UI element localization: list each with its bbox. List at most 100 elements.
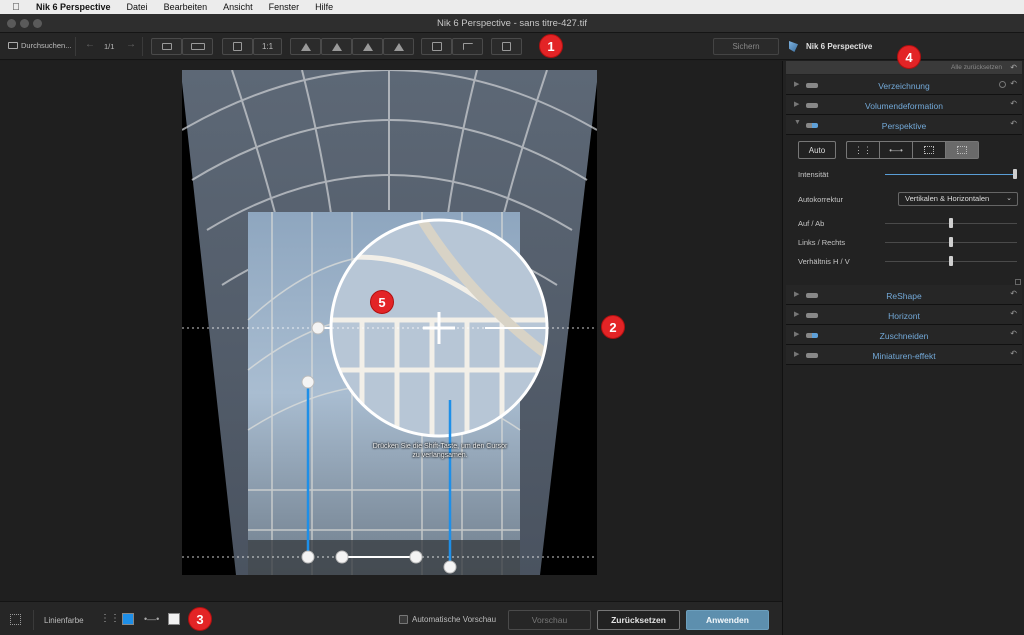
mode-points-button[interactable] (946, 142, 978, 158)
auto-preview-label: Automatische Vorschau (412, 615, 497, 624)
single-view-button[interactable] (151, 38, 182, 55)
section-verzeichnung[interactable]: ▶ Verzeichnung ↶ (786, 75, 1022, 95)
undo-icon[interactable]: ↶ (1010, 79, 1017, 88)
perspective-tool-3-button[interactable] (352, 38, 383, 55)
section-reshape[interactable]: ▶ ReShape ↶ (786, 285, 1022, 305)
compare-button[interactable] (491, 38, 522, 55)
section-title: Miniaturen-effekt (872, 351, 936, 361)
fit-to-screen-button[interactable] (222, 38, 253, 55)
menu-edit[interactable]: Bearbeiten (164, 2, 208, 12)
section-title: Zuschneiden (879, 331, 929, 341)
menu-help[interactable]: Hilfe (315, 2, 333, 12)
undo-icon[interactable]: ↶ (1010, 99, 1017, 108)
apple-icon[interactable]:  (10, 2, 22, 13)
title-bar: Nik 6 Perspective - sans titre-427.tif (0, 14, 1024, 33)
perspective-triangle-icon (393, 42, 404, 51)
perspective-triangle-icon (300, 42, 311, 51)
auto-preview-checkbox[interactable] (399, 615, 408, 624)
chevron-down-icon: ⌄ (1006, 195, 1012, 202)
cursor-hint-text: Drücken Sie die Shift-Taste, um den Curs… (372, 443, 508, 459)
horizontal-lines-icon: •—• (144, 614, 160, 624)
perspective-points-icon[interactable] (10, 614, 21, 625)
menu-view[interactable]: Ansicht (223, 2, 253, 12)
menu-app-name[interactable]: Nik 6 Perspective (36, 2, 111, 12)
section-miniaturen-effekt[interactable]: ▶ Miniaturen-effekt ↶ (786, 345, 1022, 365)
perspective-tool-2-button[interactable] (321, 38, 352, 55)
correction-mode-group: ⋮⋮ •—• (846, 141, 979, 159)
perspective-controls: Auto ⋮⋮ •—• Intensität Autokorrektur Ver… (786, 135, 1022, 287)
guides-button[interactable] (452, 38, 483, 55)
annotation-badge-4: 4 (897, 45, 921, 69)
photo-graphic (182, 70, 597, 575)
image-canvas[interactable]: Drücken Sie die Shift-Taste, um den Curs… (0, 61, 780, 601)
mode-vertical-button[interactable]: ⋮⋮ (847, 142, 880, 158)
mode-rectangle-button[interactable] (913, 142, 946, 158)
folder-icon (8, 42, 18, 49)
browse-label: Durchsuchen... (21, 41, 72, 50)
undo-icon[interactable]: ↶ (1010, 289, 1017, 298)
points-icon (957, 146, 967, 154)
reset-all-label: Alle zurücksetzen (951, 64, 1002, 71)
auto-preview-toggle[interactable]: Automatische Vorschau (399, 615, 496, 624)
preview-button[interactable]: Vorschau (508, 610, 591, 630)
next-image-icon[interactable]: → (126, 39, 136, 50)
auto-button[interactable]: Auto (798, 141, 836, 159)
section-title: ReShape (886, 291, 922, 301)
vertical-line-color-swatch[interactable] (122, 613, 134, 625)
section-title: Verzeichnung (878, 81, 930, 91)
section-zuschneiden[interactable]: ▶ Zuschneiden ↶ (786, 325, 1022, 345)
apply-button[interactable]: Anwenden (686, 610, 769, 630)
adjustments-panel: Alle zurücksetzen ↶ ▶ Verzeichnung ↶ ▶ V… (782, 61, 1024, 635)
perspective-tool-1-button[interactable] (290, 38, 321, 55)
mode-horizontal-button[interactable]: •—• (880, 142, 913, 158)
menu-file[interactable]: Datei (127, 2, 148, 12)
vertical-lines-icon: ⋮⋮ (100, 613, 120, 624)
menu-window[interactable]: Fenster (269, 2, 300, 12)
slider-knob[interactable] (949, 218, 953, 228)
left-right-slider[interactable] (885, 237, 1017, 247)
app-window:  Nik 6 Perspective Datei Bearbeiten Ans… (0, 0, 1024, 635)
autocorrection-dropdown[interactable]: Vertikalen & Horizontalen ⌄ (898, 192, 1018, 206)
reset-button[interactable]: Zurücksetzen (597, 610, 680, 630)
toolbar-divider (75, 37, 76, 56)
section-title: Volumendeformation (865, 101, 943, 111)
page-counter: 1/1 (104, 42, 115, 51)
annotation-badge-5: 5 (370, 290, 394, 314)
section-perspektive[interactable]: ▼ Perspektive ↶ (786, 115, 1022, 135)
ratio-label: Verhältnis H / V (798, 257, 850, 266)
section-title: Horizont (888, 311, 920, 321)
save-button[interactable]: Sichern (713, 38, 779, 55)
section-volumendeformation[interactable]: ▶ Volumendeformation ↶ (786, 95, 1022, 115)
grid-button[interactable] (421, 38, 452, 55)
menu-bar:  Nik 6 Perspective Datei Bearbeiten Ans… (0, 0, 1024, 14)
undo-icon[interactable]: ↶ (1010, 119, 1017, 128)
slider-knob[interactable] (1013, 169, 1017, 179)
undo-icon[interactable]: ↶ (1010, 309, 1017, 318)
previous-image-icon[interactable]: ← (85, 39, 95, 50)
annotation-badge-2: 2 (601, 315, 625, 339)
left-right-label: Links / Rechts (798, 238, 846, 247)
section-horizont[interactable]: ▶ Horizont ↶ (786, 305, 1022, 325)
perspective-tool-4-button[interactable] (383, 38, 414, 55)
split-view-icon (190, 43, 205, 50)
single-view-icon (161, 43, 172, 50)
up-down-slider[interactable] (885, 218, 1017, 228)
horizontal-line-color-swatch[interactable] (168, 613, 180, 625)
undo-icon[interactable]: ↶ (1010, 329, 1017, 338)
ratio-slider[interactable] (885, 256, 1017, 266)
line-color-label: Linienfarbe (44, 616, 84, 625)
annotation-badge-3: 3 (188, 607, 212, 631)
vertical-lines-icon: ⋮⋮ (854, 144, 872, 155)
slider-knob[interactable] (949, 237, 953, 247)
zoom-1to1-button[interactable]: 1:1 (253, 38, 282, 55)
photo-preview[interactable] (182, 70, 597, 575)
annotation-badge-1: 1 (539, 34, 563, 58)
browse-button[interactable]: Durchsuchen... (8, 41, 71, 50)
settings-icon[interactable] (999, 81, 1006, 88)
split-view-button[interactable] (182, 38, 213, 55)
brand: Nik 6 Perspective (789, 41, 872, 52)
section-title: Perspektive (881, 121, 927, 131)
undo-icon[interactable]: ↶ (1010, 349, 1017, 358)
slider-knob[interactable] (949, 256, 953, 266)
intensity-slider[interactable] (885, 169, 1017, 179)
